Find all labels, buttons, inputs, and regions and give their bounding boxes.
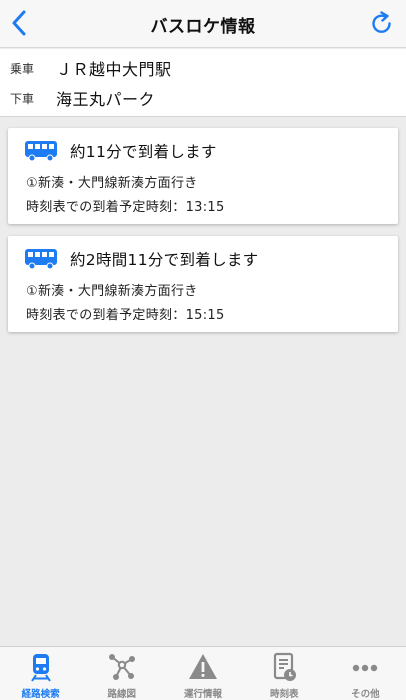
scheduled-arrival: 時刻表での到着予定時刻：15:15 xyxy=(26,308,225,323)
refresh-button[interactable] xyxy=(368,9,396,39)
bus-icon xyxy=(25,249,57,270)
bus-arrival-card[interactable]: 約11分で到着します ①新湊・大門線新湊方面行き 時刻表での到着予定時刻：13:… xyxy=(8,128,398,224)
boarding-stop-name: ＪＲ越中大門駅 xyxy=(56,60,172,79)
scheduled-arrival: 時刻表での到着予定時刻：13:15 xyxy=(26,200,225,215)
header-bar: バスロケ情報 xyxy=(0,0,406,48)
alighting-stop-row: 下車 海王丸パーク xyxy=(0,83,406,113)
tab-bar: 経路検索 路線図 運行情報 時刻表 その他 xyxy=(0,646,406,700)
tab-label: 経路検索 xyxy=(21,689,60,700)
boarding-stop-row: 乗車 ＪＲ越中大門駅 xyxy=(0,53,406,83)
tab-label: 運行情報 xyxy=(184,689,223,700)
tab-route-map[interactable]: 路線図 xyxy=(81,647,162,700)
boarding-label: 乗車 xyxy=(10,61,35,76)
arrival-line: 約2時間11分で到着します xyxy=(24,248,259,270)
arrival-line: 約11分で到着します xyxy=(24,140,217,162)
tab-label: 路線図 xyxy=(107,689,137,700)
tab-more[interactable]: その他 xyxy=(325,647,406,700)
route-name: ①新湊・大門線新湊方面行き xyxy=(26,176,198,191)
tab-timetable[interactable]: 時刻表 xyxy=(244,647,325,700)
tab-label: 時刻表 xyxy=(269,689,299,700)
tab-service-info[interactable]: 運行情報 xyxy=(162,647,243,700)
alighting-stop-name: 海王丸パーク xyxy=(56,90,156,109)
arrival-estimate: 約2時間11分で到着します xyxy=(70,251,259,269)
tab-route-search[interactable]: 経路検索 xyxy=(0,647,81,700)
train-icon xyxy=(30,654,51,682)
page-title: バスロケ情報 xyxy=(150,17,256,37)
route-map-icon xyxy=(108,654,135,680)
tab-label: その他 xyxy=(351,689,380,700)
app-root: バスロケ情報 乗車 ＪＲ越中大門駅 下車 海王丸パーク 約11分で到着します ①… xyxy=(0,0,406,700)
bus-arrival-card[interactable]: 約2時間11分で到着します ①新湊・大門線新湊方面行き 時刻表での到着予定時刻：… xyxy=(8,236,398,332)
more-icon xyxy=(353,664,378,672)
route-name: ①新湊・大門線新湊方面行き xyxy=(26,284,198,299)
arrival-estimate: 約11分で到着します xyxy=(70,143,217,161)
bus-icon xyxy=(25,141,57,162)
timetable-icon xyxy=(274,652,297,681)
warning-icon xyxy=(189,654,217,679)
alighting-label: 下車 xyxy=(10,91,35,106)
refresh-icon xyxy=(372,11,391,33)
stop-info-panel: 乗車 ＪＲ越中大門駅 下車 海王丸パーク xyxy=(0,49,406,117)
